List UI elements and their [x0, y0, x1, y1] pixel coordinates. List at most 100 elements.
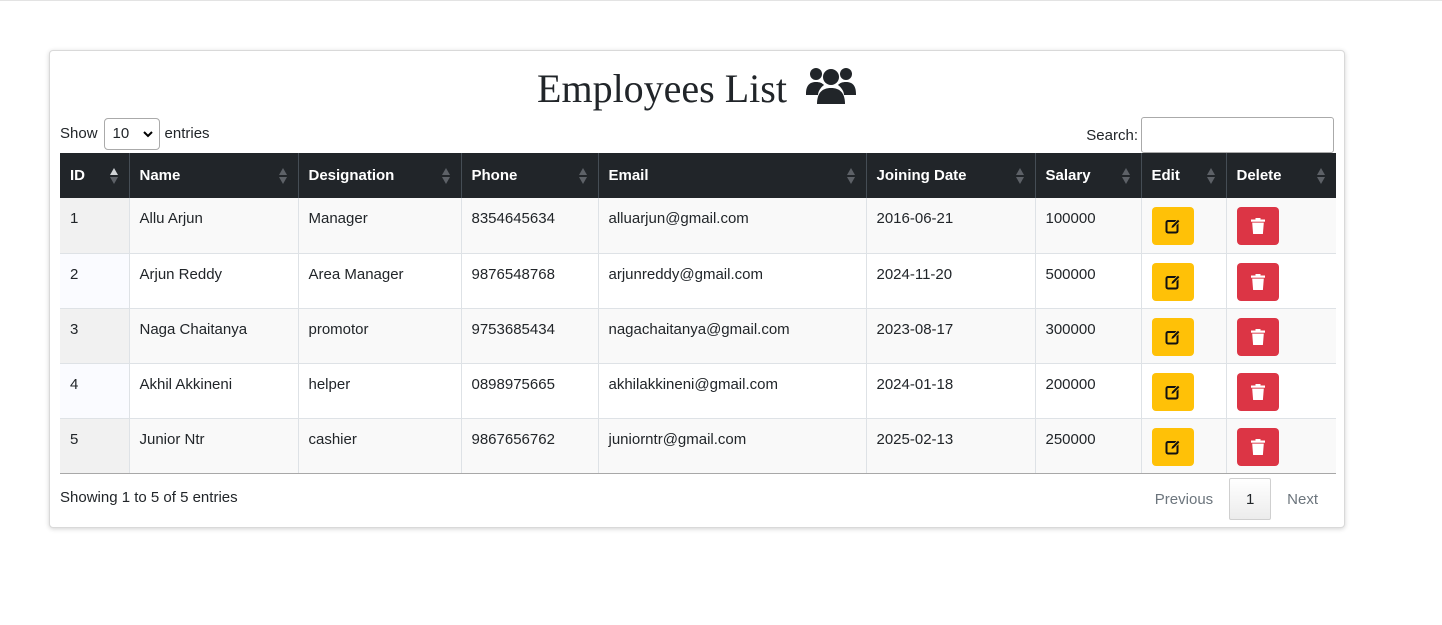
sort-icon [278, 168, 287, 184]
entries-label: entries [164, 125, 210, 142]
cell-edit [1141, 198, 1227, 254]
next-page-button[interactable]: Next [1271, 491, 1334, 508]
previous-page-button[interactable]: Previous [1139, 491, 1229, 508]
column-header-salary[interactable]: Salary [1035, 153, 1142, 198]
cell-name: Naga Chaitanya [129, 308, 299, 364]
column-header-edit[interactable]: Edit [1141, 153, 1227, 198]
edit-button[interactable] [1151, 317, 1194, 356]
delete-button[interactable] [1236, 262, 1279, 301]
column-header-label: Phone [471, 167, 518, 184]
cell-salary: 100000 [1035, 198, 1142, 254]
column-header-name[interactable]: Name [129, 153, 299, 198]
pagination: Previous 1 Next [1139, 478, 1334, 520]
top-divider [0, 0, 1442, 1]
cell-joining-date: 2016-06-21 [866, 198, 1036, 254]
column-header-label: Designation [308, 167, 395, 184]
sort-icon [1121, 168, 1130, 184]
column-header-label: Delete [1236, 167, 1282, 184]
table-info: Showing 1 to 5 of 5 entries [60, 489, 238, 506]
sort-asc-icon [109, 168, 118, 184]
cell-designation: cashier [298, 418, 462, 474]
chevron-down-icon [142, 130, 153, 137]
cell-edit [1141, 308, 1227, 364]
column-header-id[interactable]: ID [60, 153, 130, 198]
edit-icon [1165, 274, 1181, 289]
edit-button[interactable] [1151, 207, 1194, 245]
cell-edit [1141, 418, 1227, 474]
cell-id: 4 [60, 363, 130, 419]
sort-icon [1206, 168, 1215, 184]
table-row: 1 Allu Arjun Manager 8354645634 alluarju… [60, 198, 1336, 254]
table-header-row: ID Name Designation Phone Email Joining … [60, 153, 1336, 198]
cell-phone: 8354645634 [461, 198, 599, 254]
cell-id: 1 [60, 198, 130, 254]
column-header-delete[interactable]: Delete [1226, 153, 1336, 198]
cell-designation: helper [298, 363, 462, 419]
cell-phone: 0898975665 [461, 363, 599, 419]
cell-delete [1226, 198, 1336, 254]
search-input[interactable] [1141, 117, 1334, 153]
column-header-phone[interactable]: Phone [461, 153, 599, 198]
cell-delete [1226, 308, 1336, 364]
column-header-label: Joining Date [876, 167, 967, 184]
cell-delete [1226, 418, 1336, 474]
sort-icon [1015, 168, 1024, 184]
cell-id: 3 [60, 308, 130, 364]
edit-icon [1165, 439, 1181, 454]
table-row: 5 Junior Ntr cashier 9867656762 juniornt… [60, 418, 1336, 474]
edit-button[interactable] [1151, 372, 1194, 411]
cell-delete [1226, 253, 1336, 309]
edit-icon [1165, 218, 1181, 234]
delete-button[interactable] [1236, 372, 1279, 411]
cell-salary: 200000 [1035, 363, 1142, 419]
entries-per-page-select[interactable]: 10 [103, 118, 160, 150]
search-label: Search: [1086, 126, 1138, 144]
trash-icon [1250, 383, 1265, 400]
cell-salary: 250000 [1035, 418, 1142, 474]
trash-icon [1250, 218, 1265, 234]
column-header-label: Edit [1151, 167, 1180, 184]
delete-button[interactable] [1236, 207, 1279, 245]
cell-designation: Area Manager [298, 253, 462, 309]
table-row: 2 Arjun Reddy Area Manager 9876548768 ar… [60, 253, 1336, 309]
cell-joining-date: 2024-01-18 [866, 363, 1036, 419]
trash-icon [1250, 438, 1265, 455]
delete-button[interactable] [1236, 317, 1279, 356]
edit-button[interactable] [1151, 262, 1194, 301]
sort-icon [578, 168, 587, 184]
show-label: Show [60, 125, 98, 142]
column-header-designation[interactable]: Designation [298, 153, 462, 198]
entries-per-page-value: 10 [112, 125, 130, 142]
page-title: Employees List [50, 61, 1344, 113]
cell-joining-date: 2024-11-20 [866, 253, 1036, 309]
cell-name: Junior Ntr [129, 418, 299, 474]
cell-joining-date: 2023-08-17 [866, 308, 1036, 364]
cell-id: 5 [60, 418, 130, 474]
column-header-label: Email [608, 167, 649, 184]
cell-salary: 500000 [1035, 253, 1142, 309]
cell-email: nagachaitanya@gmail.com [598, 308, 867, 364]
page-button-1[interactable]: 1 [1229, 478, 1272, 520]
cell-phone: 9876548768 [461, 253, 599, 309]
column-header-joining-date[interactable]: Joining Date [866, 153, 1036, 198]
users-icon [805, 67, 856, 104]
edit-button[interactable] [1151, 427, 1194, 466]
cell-email: akhilakkineni@gmail.com [598, 363, 867, 419]
delete-button[interactable] [1236, 427, 1279, 466]
cell-id: 2 [60, 253, 130, 309]
cell-designation: Manager [298, 198, 462, 254]
cell-phone: 9867656762 [461, 418, 599, 474]
column-header-label: ID [70, 167, 85, 184]
cell-salary: 300000 [1035, 308, 1142, 364]
trash-icon [1250, 273, 1265, 290]
cell-email: arjunreddy@gmail.com [598, 253, 867, 309]
cell-name: Akhil Akkineni [129, 363, 299, 419]
search-control: Search: [1086, 117, 1334, 153]
column-header-label: Salary [1045, 167, 1091, 184]
sort-icon [441, 168, 450, 184]
cell-joining-date: 2025-02-13 [866, 418, 1036, 474]
cell-email: juniorntr@gmail.com [598, 418, 867, 474]
column-header-email[interactable]: Email [598, 153, 867, 198]
entries-length-control: Show 10 entries [60, 118, 210, 150]
sort-icon [846, 168, 855, 184]
